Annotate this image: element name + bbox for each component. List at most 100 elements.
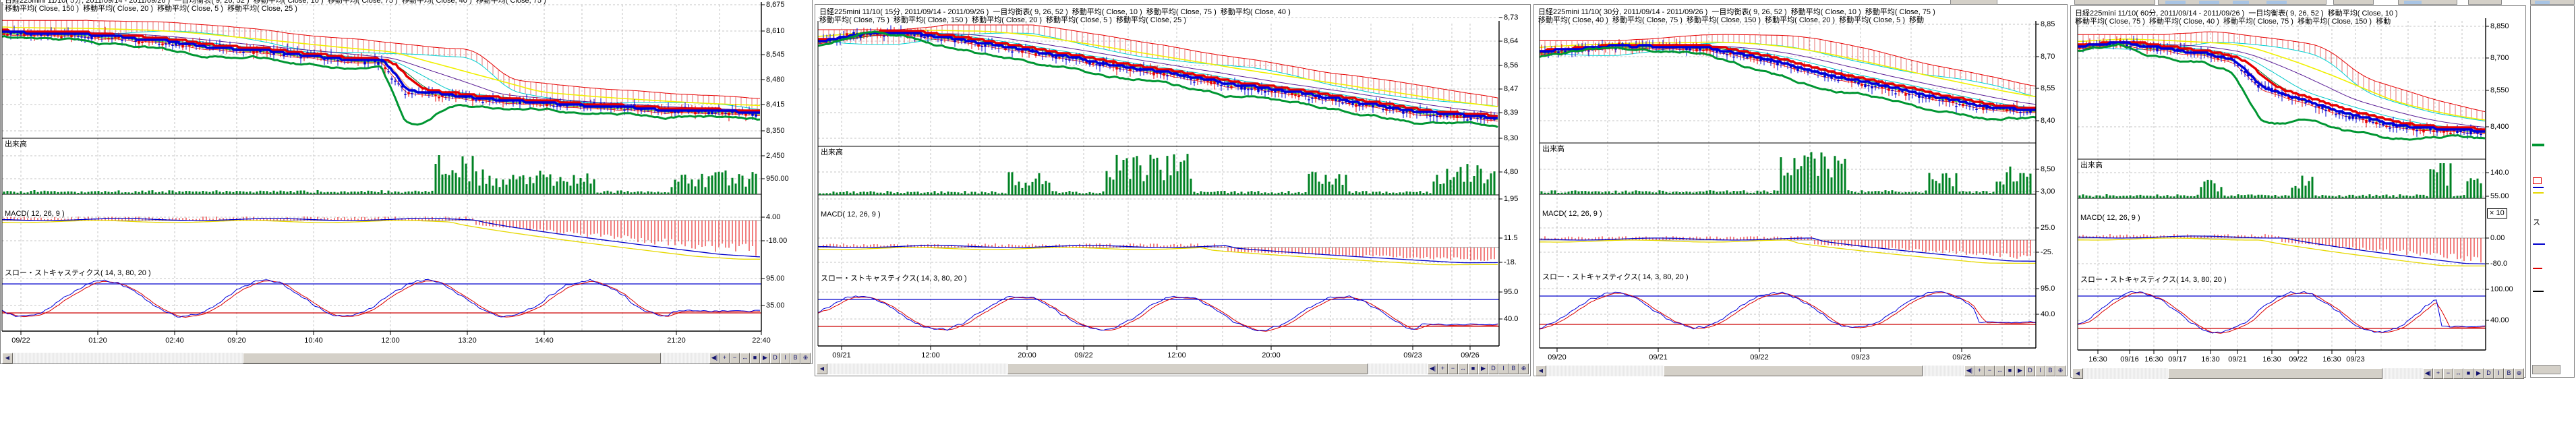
chart-canvas-5min[interactable] [1, 0, 813, 365]
chart-h-scrollbar: ◀ ◀|+−↔■▶DIB⊕ [2, 353, 811, 363]
chart-toolbar-button-3[interactable]: ↔ [2453, 368, 2463, 379]
chart-toolbar-button-0[interactable]: ◀| [2423, 368, 2433, 379]
chart-window-15min[interactable]: 日経225mini 11/10( 15分, 2011/09/14 - 2011/… [815, 4, 1531, 376]
chart-toolbar-button-5[interactable]: ▶ [2473, 368, 2484, 379]
chart-window-5min[interactable]: 日経225mini 11/10( 5分, 2011/09/14 - 2011/0… [0, 0, 813, 364]
scrollbar-left-arrow[interactable]: ◀ [817, 363, 827, 374]
stoch-axis-tick: 100.00 [2490, 285, 2513, 293]
x-axis-label: 09/21 [2228, 355, 2247, 363]
chart-toolbar-button-7[interactable]: I [1498, 363, 1509, 374]
chart-toolbar-button-2[interactable]: − [2443, 368, 2453, 379]
volume-axis-tick: 2,450 [766, 152, 785, 160]
window-titlebar-fragment [2398, 0, 2457, 5]
chart-toolbar-button-2[interactable]: − [1985, 366, 1995, 376]
titlebar-tab-fragment [2199, 1, 2219, 4]
x-axis-label: 09/21 [1649, 353, 1668, 361]
chart-toolbar-button-6[interactable]: D [2484, 368, 2494, 379]
x-axis-label: 12:00 [381, 337, 400, 345]
price-axis-tick: 8,55 [2041, 84, 2055, 92]
chart-toolbar-button-3[interactable]: ↔ [1995, 366, 2005, 376]
partial-axis-fragment [2533, 291, 2544, 292]
volume-axis-tick: 3,00 [2041, 187, 2055, 196]
chart-toolbar-button-5[interactable]: ▶ [1478, 363, 1488, 374]
chart-window-title: 日経225mini 11/10( 5分, 2011/09/14 - 2011/0… [5, 0, 809, 5]
scrollbar-track[interactable] [13, 353, 709, 363]
x-axis-label: 09/16 [2120, 355, 2139, 363]
chart-toolbar-button-2[interactable]: − [730, 353, 740, 363]
chart-toolbar-button-4[interactable]: ■ [2005, 366, 2015, 376]
price-axis-tick: 8,675 [766, 1, 785, 9]
x-axis-label: 16:30 [2201, 355, 2220, 363]
scrollbar-track[interactable] [827, 363, 1428, 374]
volume-multiplier-box: × 10 [2487, 208, 2507, 218]
chart-window-title: 日経225mini 11/10( 15分, 2011/09/14 - 2011/… [819, 8, 1527, 16]
chart-window-30min[interactable]: 日経225mini 11/10( 30分, 2011/09/14 - 2011/… [1533, 4, 2068, 376]
chart-toolbar-button-9[interactable]: ⊕ [2514, 368, 2524, 379]
chart-toolbar-button-9[interactable]: ⊕ [1519, 363, 1529, 374]
x-axis-label: 09/17 [2168, 355, 2187, 363]
scrollbar-thumb[interactable] [1007, 363, 1368, 374]
stoch-axis-tick: 40.0 [2041, 310, 2055, 318]
chart-toolbar-button-4[interactable]: ■ [1468, 363, 1478, 374]
x-axis-label: 09/22 [1750, 353, 1769, 361]
window-titlebar-fragment [2468, 0, 2502, 5]
chart-toolbar-button-9[interactable]: ⊕ [800, 353, 811, 363]
scrollbar-thumb[interactable] [2168, 368, 2382, 379]
chart-toolbar-button-6[interactable]: D [770, 353, 780, 363]
chart-toolbar-button-9[interactable]: ⊕ [2055, 366, 2066, 376]
chart-toolbar-button-8[interactable]: B [790, 353, 800, 363]
x-axis-label: 13:20 [458, 337, 477, 345]
x-axis-label: 16:30 [2088, 355, 2107, 363]
chart-toolbar-button-6[interactable]: D [2025, 366, 2035, 376]
price-axis-tick: 8,73 [1504, 13, 1518, 22]
chart-toolbar-button-2[interactable]: − [1448, 363, 1458, 374]
chart-toolbar: ◀|+−↔■▶DIB⊕ [1428, 363, 1529, 374]
price-axis-tick: 8,610 [766, 27, 785, 35]
chart-toolbar-button-8[interactable]: B [2045, 366, 2055, 376]
chart-toolbar-button-0[interactable]: ◀| [1428, 363, 1438, 374]
chart-toolbar-button-0[interactable]: ◀| [1964, 366, 1974, 376]
chart-window-60min[interactable]: 日経225mini 11/10( 60分, 2011/09/14 - 2011/… [2070, 5, 2526, 378]
chart-toolbar-button-0[interactable]: ◀| [709, 353, 720, 363]
price-axis-tick: 8,400 [2490, 123, 2509, 131]
macd-axis-tick: 0.00 [2490, 234, 2505, 242]
macd-axis-tick: -18. [1504, 258, 1517, 266]
chart-toolbar-button-7[interactable]: I [2035, 366, 2045, 376]
chart-canvas-60min[interactable] [2071, 6, 2527, 378]
chart-toolbar-button-1[interactable]: + [1974, 366, 1985, 376]
price-axis-tick: 8,85 [2041, 20, 2055, 28]
scrollbar-thumb[interactable] [243, 353, 661, 363]
chart-toolbar-button-4[interactable]: ■ [2463, 368, 2473, 379]
partial-scrollbar-fragment[interactable] [2532, 365, 2560, 374]
x-axis-label: 09/23 [2346, 355, 2365, 363]
chart-toolbar-button-5[interactable]: ▶ [760, 353, 770, 363]
scrollbar-track[interactable] [1546, 366, 1964, 376]
chart-toolbar-button-1[interactable]: + [2433, 368, 2443, 379]
chart-toolbar-button-8[interactable]: B [1509, 363, 1519, 374]
x-axis-label: 09:20 [227, 337, 246, 345]
x-axis-label: 20:00 [1262, 351, 1281, 359]
x-axis-label: 12:00 [1167, 351, 1186, 359]
scrollbar-left-arrow[interactable]: ◀ [1535, 366, 1546, 376]
chart-toolbar-button-5[interactable]: ▶ [2015, 366, 2025, 376]
chart-toolbar-button-8[interactable]: B [2504, 368, 2514, 379]
chart-window-partial[interactable]: ス [2530, 5, 2575, 378]
scrollbar-left-arrow[interactable]: ◀ [2072, 368, 2083, 379]
chart-toolbar-button-6[interactable]: D [1488, 363, 1498, 374]
chart-toolbar-button-4[interactable]: ■ [750, 353, 760, 363]
macd-section-label: MACD( 12, 26, 9 ) [2080, 214, 2140, 222]
chart-toolbar-button-1[interactable]: + [1438, 363, 1448, 374]
scrollbar-thumb[interactable] [1664, 366, 1923, 376]
stoch-section-label: スロー・ストキャスティクス( 14, 3, 80, 20 ) [1542, 273, 1689, 281]
chart-toolbar-button-3[interactable]: ↔ [1458, 363, 1468, 374]
chart-toolbar-button-7[interactable]: I [2494, 368, 2504, 379]
chart-canvas-15min[interactable] [815, 5, 1531, 377]
chart-toolbar-button-7[interactable]: I [780, 353, 790, 363]
chart-toolbar-button-3[interactable]: ↔ [740, 353, 750, 363]
scrollbar-left-arrow[interactable]: ◀ [2, 353, 13, 363]
chart-toolbar-button-1[interactable]: + [720, 353, 730, 363]
volume-axis-tick: 1,95 [1504, 195, 1518, 203]
chart-canvas-30min[interactable] [1534, 5, 2068, 377]
scrollbar-track[interactable] [2083, 368, 2423, 379]
stoch-axis-tick: 40.00 [2490, 316, 2509, 324]
